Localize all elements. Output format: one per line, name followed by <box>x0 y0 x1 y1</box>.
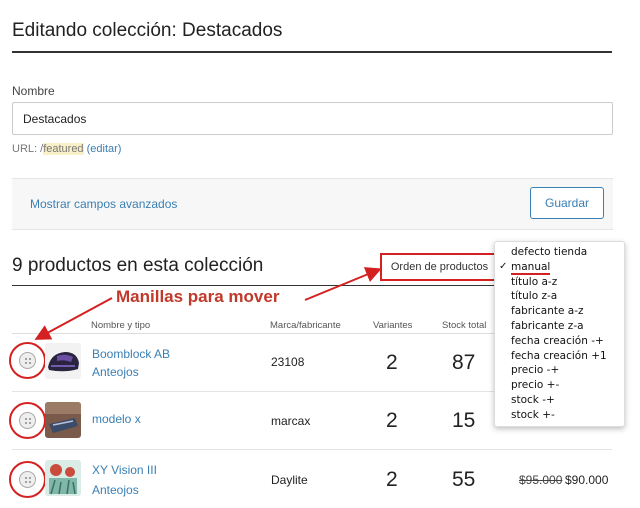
url-edit-link[interactable]: (editar) <box>87 143 122 155</box>
product-variants: 2 <box>386 409 398 432</box>
show-advanced-link[interactable]: Mostrar campos avanzados <box>30 197 177 211</box>
url-path: featured <box>43 143 84 155</box>
product-name-link[interactable]: Boomblock AB <box>92 347 170 361</box>
drag-handle-icon[interactable] <box>19 471 36 488</box>
column-header-name: Nombre y tipo <box>91 320 151 331</box>
sort-option[interactable]: fecha creación -+ <box>495 334 624 349</box>
product-stock: 87 <box>452 351 476 374</box>
product-old-price: $95.000 <box>519 473 563 487</box>
product-brand: marcax <box>271 414 311 428</box>
save-button[interactable]: Guardar <box>530 187 604 219</box>
annotation-callout: Manillas para mover <box>116 287 280 306</box>
column-header-stock: Stock total <box>442 320 487 331</box>
name-label: Nombre <box>12 84 55 98</box>
product-variants: 2 <box>386 351 398 374</box>
sort-dropdown-menu: defecto tienda ✓ manual título a-z títul… <box>494 241 625 427</box>
product-brand: Daylite <box>271 473 308 487</box>
product-stock: 55 <box>452 468 476 491</box>
sort-option[interactable]: stock -+ <box>495 393 624 408</box>
name-field[interactable] <box>12 102 613 135</box>
page-title: Editando colección: Destacados <box>12 20 283 41</box>
sort-option[interactable]: fabricante z-a <box>495 319 624 334</box>
product-name-link[interactable]: XY Vision III <box>92 463 157 477</box>
product-thumbnail-art <box>45 460 81 496</box>
drag-handle-highlight <box>9 342 46 379</box>
sort-option[interactable]: precio +- <box>495 378 624 393</box>
column-header-variants: Variantes <box>373 320 413 331</box>
product-type: Anteojos <box>92 365 139 379</box>
sort-option[interactable]: título a-z <box>495 275 624 290</box>
sort-order-button[interactable]: Orden de productos <box>380 253 499 281</box>
sort-option[interactable]: defecto tienda <box>495 245 624 260</box>
check-icon: ✓ <box>499 260 508 272</box>
drag-handle-highlight <box>9 402 46 439</box>
sort-option[interactable]: precio -+ <box>495 363 624 378</box>
table-row: XY Vision III Anteojos Daylite 2 55 $95.… <box>0 450 640 508</box>
drag-handle-icon[interactable] <box>19 412 36 429</box>
sort-option-selected[interactable]: ✓ manual <box>495 260 624 275</box>
product-price: $90.000 <box>565 473 609 487</box>
sort-option[interactable]: título z-a <box>495 289 624 304</box>
product-brand: 23108 <box>271 355 305 369</box>
arrow-to-handle <box>34 297 113 340</box>
products-heading: 9 productos en esta colección <box>12 255 264 276</box>
sort-option[interactable]: fecha creación +1 <box>495 349 624 364</box>
url-prefix: URL: / <box>12 143 44 155</box>
sort-option[interactable]: stock +- <box>495 408 624 423</box>
advanced-panel: Mostrar campos avanzados Guardar <box>12 178 613 230</box>
product-thumbnail-device <box>45 402 81 438</box>
drag-handle-highlight <box>9 461 46 498</box>
product-type: Anteojos <box>92 483 139 497</box>
product-thumbnail-helmet <box>45 343 81 379</box>
product-name-link[interactable]: modelo x <box>92 412 141 426</box>
product-variants: 2 <box>386 468 398 491</box>
title-divider <box>12 51 612 53</box>
url-line: URL: /featured (editar) <box>12 143 121 155</box>
column-header-brand: Marca/fabricante <box>270 320 341 331</box>
drag-handle-icon[interactable] <box>19 352 36 369</box>
product-stock: 15 <box>452 409 476 432</box>
sort-option[interactable]: fabricante a-z <box>495 304 624 319</box>
